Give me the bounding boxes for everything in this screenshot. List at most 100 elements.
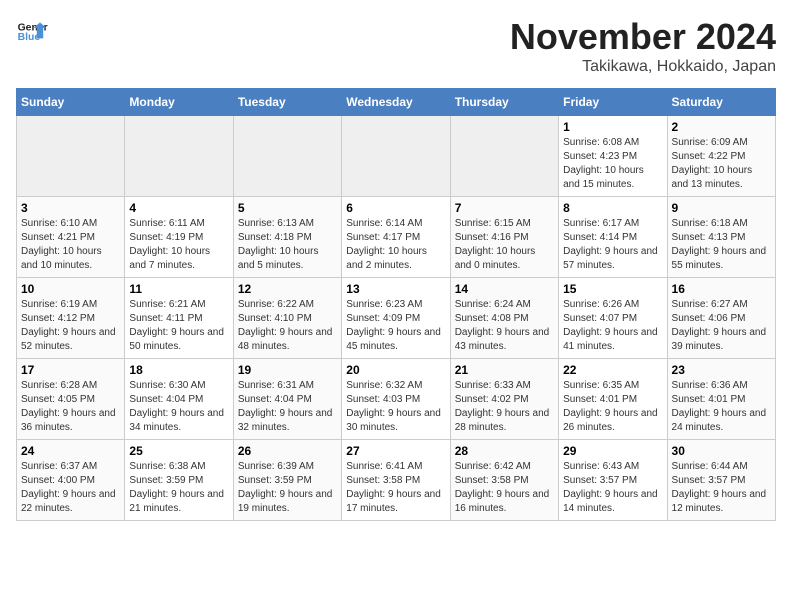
calendar-cell: 13Sunrise: 6:23 AMSunset: 4:09 PMDayligh… bbox=[342, 278, 450, 359]
calendar-cell: 10 Sunrise: 6:19 AMSunset: 4:12 PMDayligh… bbox=[17, 278, 125, 359]
calendar-cell: 22 Sunrise: 6:35 AMSunset: 4:01 PMDayligh… bbox=[559, 359, 667, 440]
day-info: Sunrise: 6:09 AMSunset: 4:22 PMDaylight:… bbox=[672, 136, 771, 192]
calendar-cell: 28 Sunrise: 6:42 AMSunset: 3:58 PMDayligh… bbox=[450, 440, 558, 521]
calendar-week-row: 1 Sunrise: 6:08 AMSunset: 4:23 PMDaylight… bbox=[17, 116, 776, 197]
day-number: 19 bbox=[238, 363, 337, 377]
calendar-cell: 30Sunrise: 6:44 AMSunset: 3:57 PMDayligh… bbox=[667, 440, 775, 521]
day-number: 9 bbox=[672, 201, 771, 215]
calendar-cell: 8 Sunrise: 6:17 AMSunset: 4:14 PMDaylight… bbox=[559, 197, 667, 278]
day-number: 10 bbox=[21, 282, 120, 296]
calendar-cell: 3 Sunrise: 6:10 AMSunset: 4:21 PMDaylight… bbox=[17, 197, 125, 278]
calendar-table: SundayMondayTuesdayWednesdayThursdayFrid… bbox=[16, 88, 776, 521]
calendar-cell: 7 Sunrise: 6:15 AMSunset: 4:16 PMDaylight… bbox=[450, 197, 558, 278]
calendar-cell bbox=[450, 116, 558, 197]
day-info: Sunrise: 6:26 AMSunset: 4:07 PMDaylight:… bbox=[563, 298, 662, 354]
calendar-cell: 29Sunrise: 6:43 AMSunset: 3:57 PMDayligh… bbox=[559, 440, 667, 521]
day-number: 7 bbox=[455, 201, 554, 215]
weekday-header: Thursday bbox=[450, 89, 558, 116]
weekday-header: Tuesday bbox=[233, 89, 341, 116]
day-number: 12 bbox=[238, 282, 337, 296]
day-info: Sunrise: 6:19 AMSunset: 4:12 PMDaylight:… bbox=[21, 298, 120, 354]
calendar-cell: 26Sunrise: 6:39 AMSunset: 3:59 PMDayligh… bbox=[233, 440, 341, 521]
day-number: 25 bbox=[129, 444, 228, 458]
calendar-cell: 21Sunrise: 6:33 AMSunset: 4:02 PMDayligh… bbox=[450, 359, 558, 440]
page-header: General Blue November 2024 Takikawa, Hok… bbox=[16, 16, 776, 76]
day-number: 14 bbox=[455, 282, 554, 296]
day-number: 15 bbox=[563, 282, 662, 296]
day-info: Sunrise: 6:13 AMSunset: 4:18 PMDaylight:… bbox=[238, 217, 337, 273]
weekday-header: Sunday bbox=[17, 89, 125, 116]
calendar-cell: 19 Sunrise: 6:31 AMSunset: 4:04 PMDayligh… bbox=[233, 359, 341, 440]
calendar-week-row: 10 Sunrise: 6:19 AMSunset: 4:12 PMDayligh… bbox=[17, 278, 776, 359]
day-number: 22 bbox=[563, 363, 662, 377]
weekday-header: Wednesday bbox=[342, 89, 450, 116]
calendar-cell: 12 Sunrise: 6:22 AMSunset: 4:10 PMDayligh… bbox=[233, 278, 341, 359]
calendar-cell bbox=[17, 116, 125, 197]
weekday-header: Friday bbox=[559, 89, 667, 116]
location-title: Takikawa, Hokkaido, Japan bbox=[510, 58, 776, 76]
day-info: Sunrise: 6:08 AMSunset: 4:23 PMDaylight:… bbox=[563, 136, 662, 192]
day-number: 27 bbox=[346, 444, 445, 458]
calendar-cell: 6Sunrise: 6:14 AMSunset: 4:17 PMDaylight… bbox=[342, 197, 450, 278]
logo-icon: General Blue bbox=[16, 16, 48, 48]
calendar-week-row: 24 Sunrise: 6:37 AMSunset: 4:00 PMDayligh… bbox=[17, 440, 776, 521]
calendar-cell: 11 Sunrise: 6:21 AMSunset: 4:11 PMDayligh… bbox=[125, 278, 233, 359]
day-info: Sunrise: 6:23 AMSunset: 4:09 PMDaylight:… bbox=[346, 298, 445, 354]
calendar-cell: 5 Sunrise: 6:13 AMSunset: 4:18 PMDaylight… bbox=[233, 197, 341, 278]
calendar-cell: 2 Sunrise: 6:09 AMSunset: 4:22 PMDaylight… bbox=[667, 116, 775, 197]
day-number: 28 bbox=[455, 444, 554, 458]
day-info: Sunrise: 6:37 AMSunset: 4:00 PMDaylight:… bbox=[21, 460, 120, 516]
day-info: Sunrise: 6:42 AMSunset: 3:58 PMDaylight:… bbox=[455, 460, 554, 516]
day-info: Sunrise: 6:10 AMSunset: 4:21 PMDaylight:… bbox=[21, 217, 120, 273]
day-number: 5 bbox=[238, 201, 337, 215]
day-info: Sunrise: 6:24 AMSunset: 4:08 PMDaylight:… bbox=[455, 298, 554, 354]
day-number: 17 bbox=[21, 363, 120, 377]
day-number: 2 bbox=[672, 120, 771, 134]
day-number: 3 bbox=[21, 201, 120, 215]
day-number: 11 bbox=[129, 282, 228, 296]
day-info: Sunrise: 6:28 AMSunset: 4:05 PMDaylight:… bbox=[21, 379, 120, 435]
day-info: Sunrise: 6:21 AMSunset: 4:11 PMDaylight:… bbox=[129, 298, 228, 354]
calendar-week-row: 17 Sunrise: 6:28 AMSunset: 4:05 PMDayligh… bbox=[17, 359, 776, 440]
calendar-cell bbox=[125, 116, 233, 197]
day-info: Sunrise: 6:17 AMSunset: 4:14 PMDaylight:… bbox=[563, 217, 662, 273]
day-info: Sunrise: 6:38 AMSunset: 3:59 PMDaylight:… bbox=[129, 460, 228, 516]
calendar-cell: 9 Sunrise: 6:18 AMSunset: 4:13 PMDaylight… bbox=[667, 197, 775, 278]
day-number: 4 bbox=[129, 201, 228, 215]
weekday-header: Saturday bbox=[667, 89, 775, 116]
day-number: 8 bbox=[563, 201, 662, 215]
day-info: Sunrise: 6:11 AMSunset: 4:19 PMDaylight:… bbox=[129, 217, 228, 273]
calendar-week-row: 3 Sunrise: 6:10 AMSunset: 4:21 PMDaylight… bbox=[17, 197, 776, 278]
day-number: 20 bbox=[346, 363, 445, 377]
calendar-cell: 14 Sunrise: 6:24 AMSunset: 4:08 PMDayligh… bbox=[450, 278, 558, 359]
day-info: Sunrise: 6:35 AMSunset: 4:01 PMDaylight:… bbox=[563, 379, 662, 435]
day-info: Sunrise: 6:33 AMSunset: 4:02 PMDaylight:… bbox=[455, 379, 554, 435]
calendar-cell: 17 Sunrise: 6:28 AMSunset: 4:05 PMDayligh… bbox=[17, 359, 125, 440]
day-number: 24 bbox=[21, 444, 120, 458]
day-number: 26 bbox=[238, 444, 337, 458]
calendar-cell: 16Sunrise: 6:27 AMSunset: 4:06 PMDayligh… bbox=[667, 278, 775, 359]
day-number: 6 bbox=[346, 201, 445, 215]
weekday-header: Monday bbox=[125, 89, 233, 116]
day-info: Sunrise: 6:32 AMSunset: 4:03 PMDaylight:… bbox=[346, 379, 445, 435]
day-info: Sunrise: 6:30 AMSunset: 4:04 PMDaylight:… bbox=[129, 379, 228, 435]
calendar-cell: 20 Sunrise: 6:32 AMSunset: 4:03 PMDayligh… bbox=[342, 359, 450, 440]
day-info: Sunrise: 6:15 AMSunset: 4:16 PMDaylight:… bbox=[455, 217, 554, 273]
calendar-cell: 24 Sunrise: 6:37 AMSunset: 4:00 PMDayligh… bbox=[17, 440, 125, 521]
day-number: 30 bbox=[672, 444, 771, 458]
title-section: November 2024 Takikawa, Hokkaido, Japan bbox=[510, 16, 776, 76]
day-number: 18 bbox=[129, 363, 228, 377]
day-info: Sunrise: 6:36 AMSunset: 4:01 PMDaylight:… bbox=[672, 379, 771, 435]
calendar-cell: 1 Sunrise: 6:08 AMSunset: 4:23 PMDaylight… bbox=[559, 116, 667, 197]
day-number: 1 bbox=[563, 120, 662, 134]
calendar-cell: 27 Sunrise: 6:41 AMSunset: 3:58 PMDayligh… bbox=[342, 440, 450, 521]
calendar-cell: 18 Sunrise: 6:30 AMSunset: 4:04 PMDayligh… bbox=[125, 359, 233, 440]
calendar-cell: 4 Sunrise: 6:11 AMSunset: 4:19 PMDaylight… bbox=[125, 197, 233, 278]
day-info: Sunrise: 6:22 AMSunset: 4:10 PMDaylight:… bbox=[238, 298, 337, 354]
day-info: Sunrise: 6:18 AMSunset: 4:13 PMDaylight:… bbox=[672, 217, 771, 273]
logo: General Blue bbox=[16, 16, 48, 48]
day-number: 16 bbox=[672, 282, 771, 296]
day-info: Sunrise: 6:41 AMSunset: 3:58 PMDaylight:… bbox=[346, 460, 445, 516]
month-title: November 2024 bbox=[510, 16, 776, 58]
day-info: Sunrise: 6:31 AMSunset: 4:04 PMDaylight:… bbox=[238, 379, 337, 435]
